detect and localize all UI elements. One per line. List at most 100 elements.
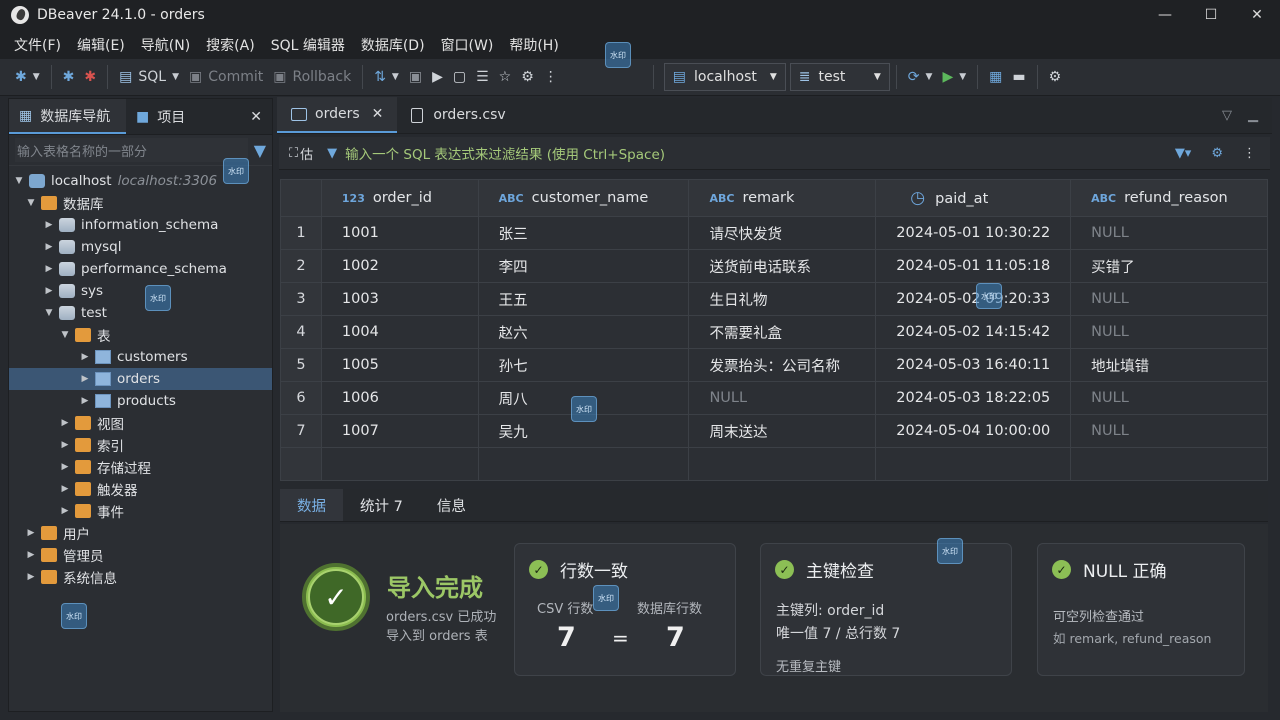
tab-orders[interactable]: orders ✕	[277, 97, 398, 133]
chevron-right-icon[interactable]: ▶	[43, 220, 55, 230]
filter-icon[interactable]: ▽	[1222, 108, 1232, 123]
table-cell[interactable]: 请尽快发货	[688, 216, 877, 250]
panels-button[interactable]: ▬	[1007, 63, 1030, 91]
tree-item-schema[interactable]: ▶ sys	[9, 280, 272, 302]
column-header-refund-reason[interactable]: ABC refund_reason	[1070, 179, 1268, 217]
chevron-right-icon[interactable]: ▶	[59, 440, 71, 450]
table-cell[interactable]: 张三	[477, 216, 690, 250]
chevron-down-icon[interactable]: ▼	[59, 330, 71, 340]
disconnect-button[interactable]: ✱	[79, 63, 101, 91]
filter-settings-icon[interactable]: ⚙	[1211, 146, 1223, 161]
chevron-right-icon[interactable]: ▶	[59, 484, 71, 494]
table-cell[interactable]: 1003	[320, 282, 479, 316]
tree-item-views[interactable]: ▶ 视图	[9, 412, 272, 434]
row-number[interactable]: 1	[280, 216, 322, 250]
table-cell[interactable]: 发票抬头：公司名称	[688, 348, 877, 382]
filter-input[interactable]: 输入一个 SQL 表达式来过滤结果 (使用 Ctrl+Space)	[345, 143, 665, 163]
table-cell[interactable]: 地址填错	[1070, 348, 1268, 382]
chevron-down-icon[interactable]: ▼	[13, 176, 25, 186]
more-button[interactable]: ⋮	[539, 63, 563, 91]
tree-item-events[interactable]: ▶ 事件	[9, 500, 272, 522]
tree-item-procedures[interactable]: ▶ 存储过程	[9, 456, 272, 478]
more-vertical-icon[interactable]: ⋮	[1243, 146, 1256, 161]
expand-icon[interactable]: ⛶	[289, 146, 298, 161]
chevron-right-icon[interactable]: ▶	[79, 396, 91, 406]
table-cell[interactable]: 2024-05-04 10:00:00	[875, 414, 1072, 448]
table-name-filter-input[interactable]: 输入表格名称的一部分	[15, 138, 248, 162]
close-icon[interactable]: ✕	[372, 106, 384, 122]
table-cell[interactable]: NULL	[1070, 381, 1268, 415]
menu-edit[interactable]: 编辑(E)	[69, 35, 133, 55]
column-header-remark[interactable]: ABC remark	[688, 179, 877, 217]
tab-statistics[interactable]: 统计 7	[343, 489, 420, 521]
chevron-right-icon[interactable]: ▶	[59, 506, 71, 516]
table-row[interactable]: 1 1001 张三 请尽快发货 2024-05-01 10:30:22 NULL	[280, 216, 1268, 250]
menu-help[interactable]: 帮助(H)	[501, 35, 566, 55]
menu-sql-editor[interactable]: SQL 编辑器	[263, 35, 353, 55]
table-cell[interactable]: NULL	[1070, 315, 1268, 349]
perspective-button[interactable]: ▦	[984, 63, 1007, 91]
tab-data[interactable]: 数据	[280, 489, 343, 521]
schema-selector[interactable]: ≣ test ▼	[789, 63, 890, 91]
table-row[interactable]: 3 1003 王五 生日礼物 2024-05-02 09:20:33 NULL	[280, 282, 1268, 316]
table-cell[interactable]: 2024-05-03 16:40:11	[875, 348, 1072, 382]
filter-dropdown-icon[interactable]: ▼▾	[1175, 146, 1192, 161]
tree-item-databases[interactable]: ▼ 数据库	[9, 192, 272, 214]
table-cell[interactable]: 1006	[320, 381, 479, 415]
table-row[interactable]: 6 1006 周八 NULL 2024-05-03 18:22:05 NULL	[280, 381, 1268, 415]
table-row[interactable]: 7 1007 吴九 周末送达 2024-05-04 10:00:00 NULL	[280, 414, 1268, 448]
window-layout-button[interactable]: ▢	[448, 63, 471, 91]
menu-navigate[interactable]: 导航(N)	[133, 35, 198, 55]
table-cell[interactable]: 李四	[477, 249, 690, 283]
menu-file[interactable]: 文件(F)	[6, 35, 69, 55]
chevron-right-icon[interactable]: ▶	[43, 286, 55, 296]
table-cell[interactable]: NULL	[1070, 414, 1268, 448]
table-cell[interactable]: 2024-05-02 14:15:42	[875, 315, 1072, 349]
chevron-right-icon[interactable]: ▶	[59, 418, 71, 428]
menu-search[interactable]: 搜索(A)	[198, 35, 263, 55]
connection-selector[interactable]: ▤ localhost ▼	[663, 63, 786, 91]
tree-item-administer[interactable]: ▶ 管理员	[9, 544, 272, 566]
tree-item-test[interactable]: ▼ test	[9, 302, 272, 324]
table-cell[interactable]: NULL	[1070, 216, 1268, 250]
transaction-mode-button[interactable]: ⇅ ▼	[369, 63, 404, 91]
menu-database[interactable]: 数据库(D)	[353, 35, 433, 55]
column-header-paid-at[interactable]: ◷ paid_at	[875, 179, 1072, 217]
row-number[interactable]: 3	[280, 282, 322, 316]
table-cell[interactable]: 周末送达	[688, 414, 877, 448]
row-number[interactable]: 5	[280, 348, 322, 382]
run-button[interactable]: ▶	[427, 63, 448, 91]
close-window-button[interactable]: ✕	[1234, 0, 1280, 30]
tree-item-schema[interactable]: ▶ performance_schema	[9, 258, 272, 280]
table-cell[interactable]: 王五	[477, 282, 690, 316]
chevron-right-icon[interactable]: ▶	[25, 528, 37, 538]
table-row[interactable]: 5 1005 孙七 发票抬头：公司名称 2024-05-03 16:40:11 地址填错	[280, 348, 1268, 382]
table-cell[interactable]: 生日礼物	[688, 282, 877, 316]
table-cell[interactable]: 赵六	[477, 315, 690, 349]
chevron-right-icon[interactable]: ▶	[25, 550, 37, 560]
new-connection-button[interactable]: ✱ ▼	[10, 63, 45, 91]
table-cell[interactable]: NULL	[688, 381, 877, 415]
sql-editor-button[interactable]: ▤ SQL ▼	[114, 63, 184, 91]
table-cell[interactable]: 2024-05-01 11:05:18	[875, 249, 1072, 283]
chevron-down-icon[interactable]: ▼	[25, 198, 37, 208]
table-cell[interactable]: NULL	[1070, 282, 1268, 316]
chevron-down-icon[interactable]: ▼	[43, 308, 55, 318]
tree-item-table-products[interactable]: ▶ products	[9, 390, 272, 412]
tree-item-indexes[interactable]: ▶ 索引	[9, 434, 272, 456]
table-row[interactable]: 4 1004 赵六 不需要礼盒 2024-05-02 14:15:42 NULL	[280, 315, 1268, 349]
table-cell[interactable]: 不需要礼盒	[688, 315, 877, 349]
minimize-button[interactable]: —	[1142, 0, 1188, 30]
settings-button[interactable]: ⚙	[1044, 63, 1067, 91]
column-header-customer-name[interactable]: ABC customer_name	[477, 179, 690, 217]
table-row[interactable]: 2 1002 李四 送货前电话联系 2024-05-01 11:05:18 买错了	[280, 249, 1268, 283]
chevron-right-icon[interactable]: ▶	[43, 242, 55, 252]
row-number[interactable]: 6	[280, 381, 322, 415]
connect-button[interactable]: ✱	[58, 63, 80, 91]
commit-button[interactable]: ▣ Commit	[184, 63, 268, 91]
tree-item-system-info[interactable]: ▶ 系统信息	[9, 566, 272, 588]
chevron-right-icon[interactable]: ▶	[59, 462, 71, 472]
table-cell[interactable]: 2024-05-03 18:22:05	[875, 381, 1072, 415]
tab-info[interactable]: 信息	[420, 489, 483, 521]
table-cell[interactable]: 1001	[320, 216, 479, 250]
